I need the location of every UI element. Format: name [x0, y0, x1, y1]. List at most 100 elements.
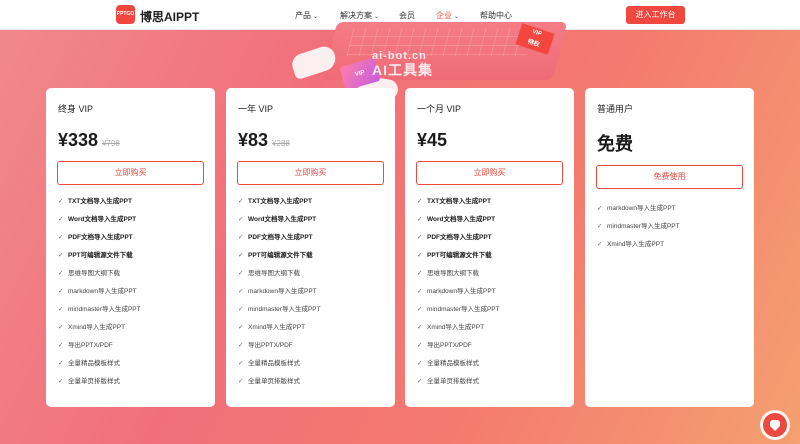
feature-item: ✓ Xmind导入生成PPT	[58, 321, 141, 339]
nav-item-help[interactable]: 帮助中心	[480, 10, 512, 21]
check-icon: ✓	[238, 360, 244, 367]
feature-item: ✓ mindmaster导入生成PPT	[417, 303, 500, 321]
feature-item: ✓ TXT文档导入生成PPT	[58, 195, 141, 213]
feature-label: 导出PPTX/PDF	[68, 342, 113, 349]
feature-label: Xmind导入生成PPT	[427, 324, 485, 331]
check-icon: ✓	[58, 288, 64, 295]
feature-label: 思维导图大纲下载	[248, 270, 300, 277]
feature-item: ✓ 全量单页排版样式	[417, 375, 500, 393]
feature-list: ✓ TXT文档导入生成PPT ✓ Word文档导入生成PPT ✓ PDF文档导入生成PPT…	[417, 195, 500, 393]
feature-label: 全量单页排版样式	[427, 378, 479, 385]
brand-name[interactable]: 博思AIPPT	[140, 8, 199, 25]
check-icon: ✓	[417, 270, 423, 277]
check-icon: ✓	[58, 270, 64, 277]
check-icon: ✓	[417, 378, 423, 385]
free-use-button[interactable]: 免费使用	[596, 165, 743, 189]
feature-item: ✓ TXT文档导入生成PPT	[238, 195, 321, 213]
feature-item: ✓ Word文档导入生成PPT	[238, 213, 321, 231]
check-icon: ✓	[58, 360, 64, 367]
plan-title: 终身 VIP	[58, 104, 94, 114]
feature-item: ✓ PPT可编辑源文件下载	[417, 249, 500, 267]
feature-item: ✓ 思维导图大纲下载	[417, 267, 500, 285]
feature-label: markdown导入生成PPT	[248, 288, 317, 295]
check-icon: ✓	[58, 342, 64, 349]
feature-item: ✓ markdown导入生成PPT	[238, 285, 321, 303]
nav-item-product[interactable]: 产品 ⌄	[295, 10, 318, 21]
check-icon: ✓	[238, 342, 244, 349]
feature-label: Word文档导入生成PPT	[248, 216, 317, 223]
check-icon: ✓	[238, 234, 244, 241]
feature-item: ✓ 全量单页排版样式	[238, 375, 321, 393]
feature-label: Word文档导入生成PPT	[68, 216, 137, 223]
feature-label: mindmaster导入生成PPT	[248, 306, 321, 313]
feature-label: 思维导图大纲下载	[427, 270, 479, 277]
feature-label: TXT文档导入生成PPT	[427, 198, 491, 205]
plan-price: ¥338 ¥798	[58, 130, 120, 151]
feature-item: ✓ 导出PPTX/PDF	[58, 339, 141, 357]
feature-label: 全量精品模板样式	[68, 360, 120, 367]
check-icon: ✓	[58, 252, 64, 259]
check-icon: ✓	[417, 324, 423, 331]
buy-now-button[interactable]: 立即购买	[416, 161, 563, 185]
feature-item: ✓ Word文档导入生成PPT	[58, 213, 141, 231]
feature-item: ✓ 全量精品模板样式	[238, 357, 321, 375]
feature-label: 导出PPTX/PDF	[427, 342, 472, 349]
feature-item: ✓ markdown导入生成PPT	[58, 285, 141, 303]
feature-label: PPT可编辑源文件下载	[248, 252, 313, 259]
feature-label: 全量单页排版样式	[68, 378, 120, 385]
plan-price: ¥83 ¥288	[238, 130, 290, 151]
buy-now-button[interactable]: 立即购买	[237, 161, 384, 185]
chevron-down-icon: ⌄	[374, 14, 380, 20]
feature-item: ✓ markdown导入生成PPT	[597, 202, 680, 220]
feature-item: ✓ 全量单页排版样式	[58, 375, 141, 393]
feature-label: Xmind导入生成PPT	[607, 241, 665, 248]
check-icon: ✓	[58, 378, 64, 385]
feature-label: PDF文档导入生成PPT	[68, 234, 133, 241]
nav-item-label: 产品	[295, 11, 311, 20]
nav-item-label: 会员	[399, 11, 415, 20]
feature-item: ✓ 导出PPTX/PDF	[417, 339, 500, 357]
check-icon: ✓	[417, 234, 423, 241]
nav-item-solutions[interactable]: 解决方案 ⌄	[340, 10, 379, 21]
feature-item: ✓ Word文档导入生成PPT	[417, 213, 500, 231]
enter-workspace-button[interactable]: 进入工作台	[626, 6, 685, 24]
feature-list: ✓ TXT文档导入生成PPT ✓ Word文档导入生成PPT ✓ PDF文档导入生成PPT…	[238, 195, 321, 393]
check-icon: ✓	[417, 342, 423, 349]
feature-item: ✓ 思维导图大纲下载	[58, 267, 141, 285]
price-value: ¥338	[58, 130, 99, 150]
feature-label: markdown导入生成PPT	[68, 288, 137, 295]
buy-now-button[interactable]: 立即购买	[57, 161, 204, 185]
chat-support-button[interactable]	[763, 413, 787, 437]
feature-item: ✓ Xmind导入生成PPT	[597, 238, 680, 256]
check-icon: ✓	[58, 306, 64, 313]
feature-item: ✓ 思维导图大纲下载	[238, 267, 321, 285]
feature-item: ✓ markdown导入生成PPT	[417, 285, 500, 303]
feature-label: TXT文档导入生成PPT	[248, 198, 312, 205]
logo-icon[interactable]: PPTGO	[116, 5, 135, 24]
chat-icon	[770, 420, 780, 431]
feature-list: ✓ markdown导入生成PPT ✓ mindmaster导入生成PPT ✓ Xmind…	[597, 202, 680, 256]
nav-item-label: 帮助中心	[480, 11, 512, 20]
plan-card-lifetime: 终身 VIP ¥338 ¥798 立即购买 ✓ TXT文档导入生成PPT ✓ Word文…	[46, 88, 215, 407]
nav-item-enterprise[interactable]: 企业 ⌄	[436, 10, 459, 21]
check-icon: ✓	[238, 324, 244, 331]
feature-list: ✓ TXT文档导入生成PPT ✓ Word文档导入生成PPT ✓ PDF文档导入生成PPT…	[58, 195, 141, 393]
check-icon: ✓	[238, 198, 244, 205]
nav-item-membership[interactable]: 会员	[399, 10, 415, 21]
feature-item: ✓ mindmaster导入生成PPT	[238, 303, 321, 321]
check-icon: ✓	[238, 216, 244, 223]
chevron-down-icon: ⌄	[454, 14, 460, 20]
feature-item: ✓ PPT可编辑源文件下载	[238, 249, 321, 267]
plan-title: 普通用户	[597, 104, 634, 114]
feature-label: Word文档导入生成PPT	[427, 216, 496, 223]
feature-label: TXT文档导入生成PPT	[68, 198, 132, 205]
feature-label: markdown导入生成PPT	[607, 205, 676, 212]
feature-label: mindmaster导入生成PPT	[68, 306, 141, 313]
price-value: ¥83	[238, 130, 269, 150]
feature-item: ✓ mindmaster导入生成PPT	[597, 220, 680, 238]
feature-item: ✓ PDF文档导入生成PPT	[58, 231, 141, 249]
check-icon: ✓	[238, 270, 244, 277]
feature-label: Xmind导入生成PPT	[68, 324, 126, 331]
feature-label: markdown导入生成PPT	[427, 288, 496, 295]
feature-label: mindmaster导入生成PPT	[607, 223, 680, 230]
